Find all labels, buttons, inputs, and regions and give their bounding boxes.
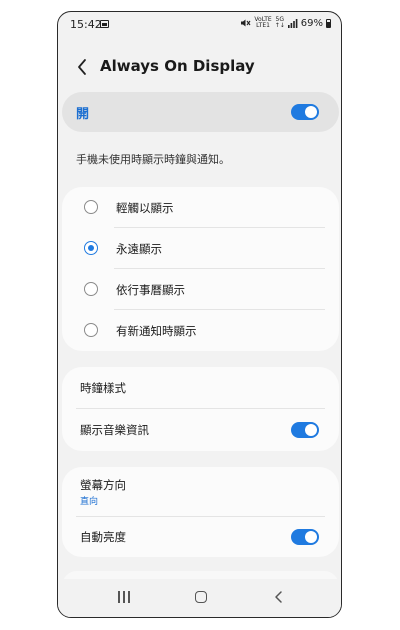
display-mode-card: 輕觸以顯示 永遠顯示 依行事曆顯示 有新通知時顯示 [62, 187, 339, 351]
clock-settings-card: 時鐘樣式 顯示音樂資訊 [62, 367, 339, 451]
auto-brightness-toggle[interactable] [291, 529, 319, 545]
music-info-label: 顯示音樂資訊 [80, 423, 149, 437]
display-mode-option[interactable]: 依行事曆顯示 [76, 269, 325, 310]
radio-button[interactable] [84, 282, 98, 296]
clock-style-label: 時鐘樣式 [80, 381, 126, 395]
screen-orientation-row[interactable]: 螢幕方向 直向 [76, 467, 325, 517]
master-switch-label: 開 [76, 107, 90, 122]
display-mode-label: 有新通知時顯示 [116, 324, 197, 338]
phone-frame: 15:42 VoLTE LTE1 5G ↑↓ 69% Always On Dis… [57, 11, 342, 618]
radio-button-selected[interactable] [84, 241, 98, 255]
status-indicators: VoLTE LTE1 5G ↑↓ 69% [240, 17, 331, 29]
back-arrow-icon[interactable] [72, 56, 94, 78]
radio-button[interactable] [84, 323, 98, 337]
display-mode-option[interactable]: 永遠顯示 [76, 228, 325, 269]
screen-orientation-value: 直向 [80, 497, 99, 507]
master-toggle[interactable] [291, 104, 319, 120]
home-icon[interactable] [195, 591, 207, 603]
orientation-card: 螢幕方向 直向 自動亮度 [62, 467, 339, 557]
display-mode-option[interactable]: 有新通知時顯示 [76, 310, 325, 351]
page-header: Always On Display [58, 52, 341, 88]
network-indicator: 5G ↑↓ [274, 16, 285, 29]
volte-indicator: VoLTE LTE1 [254, 16, 272, 29]
music-info-toggle[interactable] [291, 422, 319, 438]
screen-orientation-label: 螢幕方向 [80, 478, 126, 492]
music-info-row[interactable]: 顯示音樂資訊 [76, 409, 325, 451]
gallery-notification-icon [100, 20, 109, 28]
auto-brightness-label: 自動亮度 [80, 530, 126, 544]
display-mode-option[interactable]: 輕觸以顯示 [76, 187, 325, 228]
signal-icon [287, 18, 298, 28]
nav-back-icon[interactable] [272, 590, 286, 604]
page-title: Always On Display [100, 57, 255, 75]
battery-percent: 69% [300, 17, 323, 29]
recent-apps-icon[interactable] [118, 591, 130, 604]
radio-button[interactable] [84, 200, 98, 214]
feature-description: 手機未使用時顯示時鐘與通知。 [76, 153, 230, 166]
clock-style-row[interactable]: 時鐘樣式 [76, 367, 325, 409]
battery-icon [326, 18, 331, 28]
display-mode-label: 輕觸以顯示 [116, 201, 174, 215]
display-mode-label: 永遠顯示 [116, 242, 162, 256]
navigation-bar [58, 579, 341, 617]
auto-brightness-row[interactable]: 自動亮度 [76, 517, 325, 557]
status-time: 15:42 [70, 18, 102, 31]
master-switch-row[interactable]: 開 [62, 92, 339, 132]
status-bar: 15:42 VoLTE LTE1 5G ↑↓ 69% [58, 12, 341, 38]
mute-icon [241, 19, 251, 27]
display-mode-label: 依行事曆顯示 [116, 283, 185, 297]
